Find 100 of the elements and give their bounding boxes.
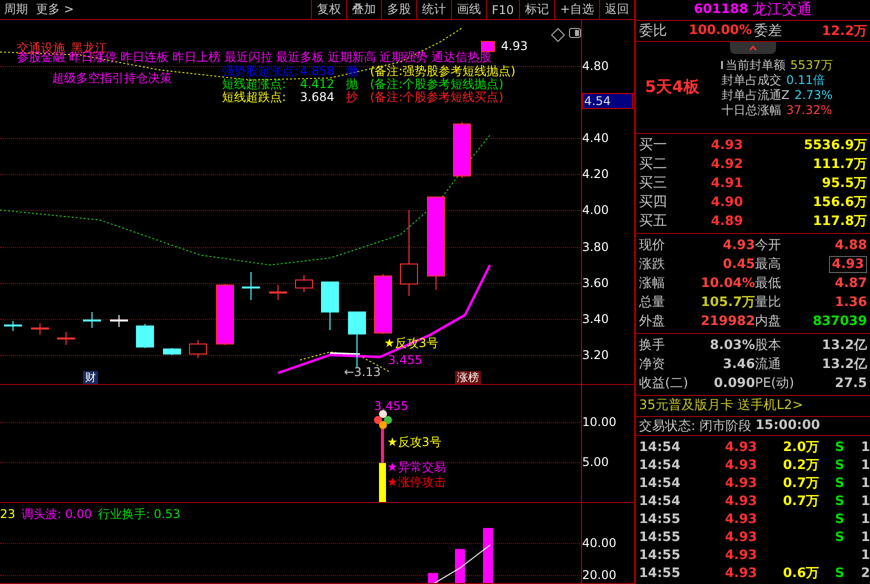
finance-badge: 财: [83, 371, 98, 384]
tick-time: 14:54: [639, 494, 682, 508]
signal-action: 抛: [346, 78, 358, 91]
field-value: 4.93: [828, 256, 867, 273]
signal-note: (备注:强势股参考短线抛点): [370, 65, 516, 78]
tick-side: S: [835, 440, 846, 454]
field-value: 3.46: [722, 356, 755, 372]
field-label: 总量: [639, 294, 666, 312]
streak-label: 5天4板: [645, 77, 700, 98]
pin-icon: [721, 60, 724, 69]
panel-toggle-icon[interactable]: [569, 28, 581, 38]
signal-mark: ★异常交易: [387, 460, 446, 474]
candlestick-drawing: [163, 348, 181, 356]
tick-count: 1: [861, 440, 870, 454]
field-label: 封单占流通Z: [721, 88, 790, 103]
indicator-bar: [381, 427, 384, 463]
axis-label: 3.60: [582, 274, 610, 291]
chevron-icon: [749, 44, 757, 51]
candlestick-drawing: [31, 322, 49, 336]
candlestick-drawing: [110, 314, 128, 328]
field-value: 5537万: [790, 58, 833, 73]
field-label: 十日总涨幅: [721, 102, 782, 118]
bid-price: 4.90: [710, 194, 743, 210]
field-value: 100.00%: [688, 23, 753, 38]
volume-bar: [379, 463, 386, 502]
field-label: 最低: [755, 275, 782, 292]
tick-count: 1: [861, 512, 870, 526]
bid-label: 买二: [639, 155, 668, 174]
field-value: 2.73%: [794, 88, 833, 103]
stock-name: 龙江交通: [752, 0, 812, 20]
field-label: 委比: [639, 22, 667, 40]
limit-up-badge: 涨榜: [455, 371, 481, 384]
field-value: 4.93: [722, 238, 755, 253]
tick-count: 1: [861, 494, 870, 508]
axis-label: 5.00: [582, 454, 610, 470]
field-label: 股本: [755, 337, 782, 354]
field-value: 837039: [812, 314, 867, 329]
field-label: 外盘: [639, 313, 666, 330]
axis-label: 20.00: [582, 567, 618, 583]
toolbar-link[interactable]: 周期: [0, 1, 32, 18]
candlestick-drawing: [242, 272, 260, 300]
candlestick-drawing: [295, 274, 313, 292]
axis-label: 4.80: [582, 58, 610, 74]
field-value: 13.2亿: [820, 356, 867, 374]
tick-price: 4.93: [725, 566, 758, 580]
candlestick-drawing: [189, 340, 207, 358]
tick-side: S: [835, 458, 846, 472]
tick-price: 4.93: [725, 440, 758, 454]
signal-value: 4.412: [300, 78, 334, 91]
field-value: 4.88: [834, 238, 867, 253]
bid-price: 4.92: [710, 156, 743, 172]
tick-volume: 0.7万: [783, 493, 820, 510]
bid-volume: 156.6万: [812, 194, 867, 212]
axis-label: 3.40: [582, 310, 610, 327]
tick-price: 4.93: [725, 458, 758, 472]
promo-link[interactable]: 35元普及版月卡 送手机L2>: [636, 396, 870, 417]
tick-volume: 0.7万: [783, 475, 820, 492]
current-price-label: 4.54: [582, 93, 634, 109]
field-value: 0.45: [722, 256, 755, 272]
toolbar-link[interactable]: 更多 >: [32, 1, 78, 18]
indicator-value: 3.455: [374, 399, 408, 413]
stock-code: 601188: [694, 2, 748, 18]
tick-side: S: [835, 566, 846, 580]
field-label: 当前封单额: [721, 58, 786, 73]
field-label: 流通: [755, 356, 782, 374]
tick-volume: 2.0万: [783, 439, 820, 456]
bid-volume: 117.8万: [812, 213, 867, 230]
axis-label: 3.80: [582, 238, 610, 255]
field-label: 量比: [755, 294, 782, 312]
bid-label: 买五: [639, 212, 668, 230]
field-value: 0.11倍: [786, 72, 825, 88]
volume-bar: [483, 528, 493, 583]
signal-action: 抛: [346, 65, 358, 78]
field-value: 13.2亿: [820, 337, 867, 354]
field-label: 涨幅: [639, 275, 666, 292]
bid-volume: 95.5万: [820, 175, 867, 192]
tick-time: 14:54: [639, 440, 682, 454]
bid-volume: 111.7万: [812, 156, 867, 174]
line-value-label: 3.455: [388, 353, 422, 367]
field-value: 4.87: [834, 276, 867, 291]
field-value: 8.03%: [708, 338, 755, 353]
field-value: 10.04%: [700, 276, 755, 291]
field-value: 12.2万: [820, 22, 867, 40]
volume-bar: [428, 573, 438, 583]
tick-count: 1: [861, 530, 870, 544]
collapse-button[interactable]: [730, 42, 776, 54]
signal-label: 强势股超涨点:: [222, 65, 298, 78]
field-value: 105.7万: [700, 294, 755, 312]
bid-price: 4.89: [710, 214, 743, 229]
signal-value: 4.858: [300, 65, 334, 78]
bid-label: 买四: [639, 193, 668, 212]
tick-price: 4.93: [725, 530, 758, 544]
status-time: 15:00:00: [755, 418, 820, 434]
signal-action: 抄: [346, 91, 358, 104]
axis-label: 4.20: [582, 166, 610, 182]
high-price-marker: 4.93: [501, 39, 528, 53]
field-label: 最高: [755, 256, 782, 274]
indicator-reading: 23: [0, 507, 16, 521]
balls-drawing: [374, 410, 392, 429]
status-value: 闭市阶段: [699, 418, 752, 435]
